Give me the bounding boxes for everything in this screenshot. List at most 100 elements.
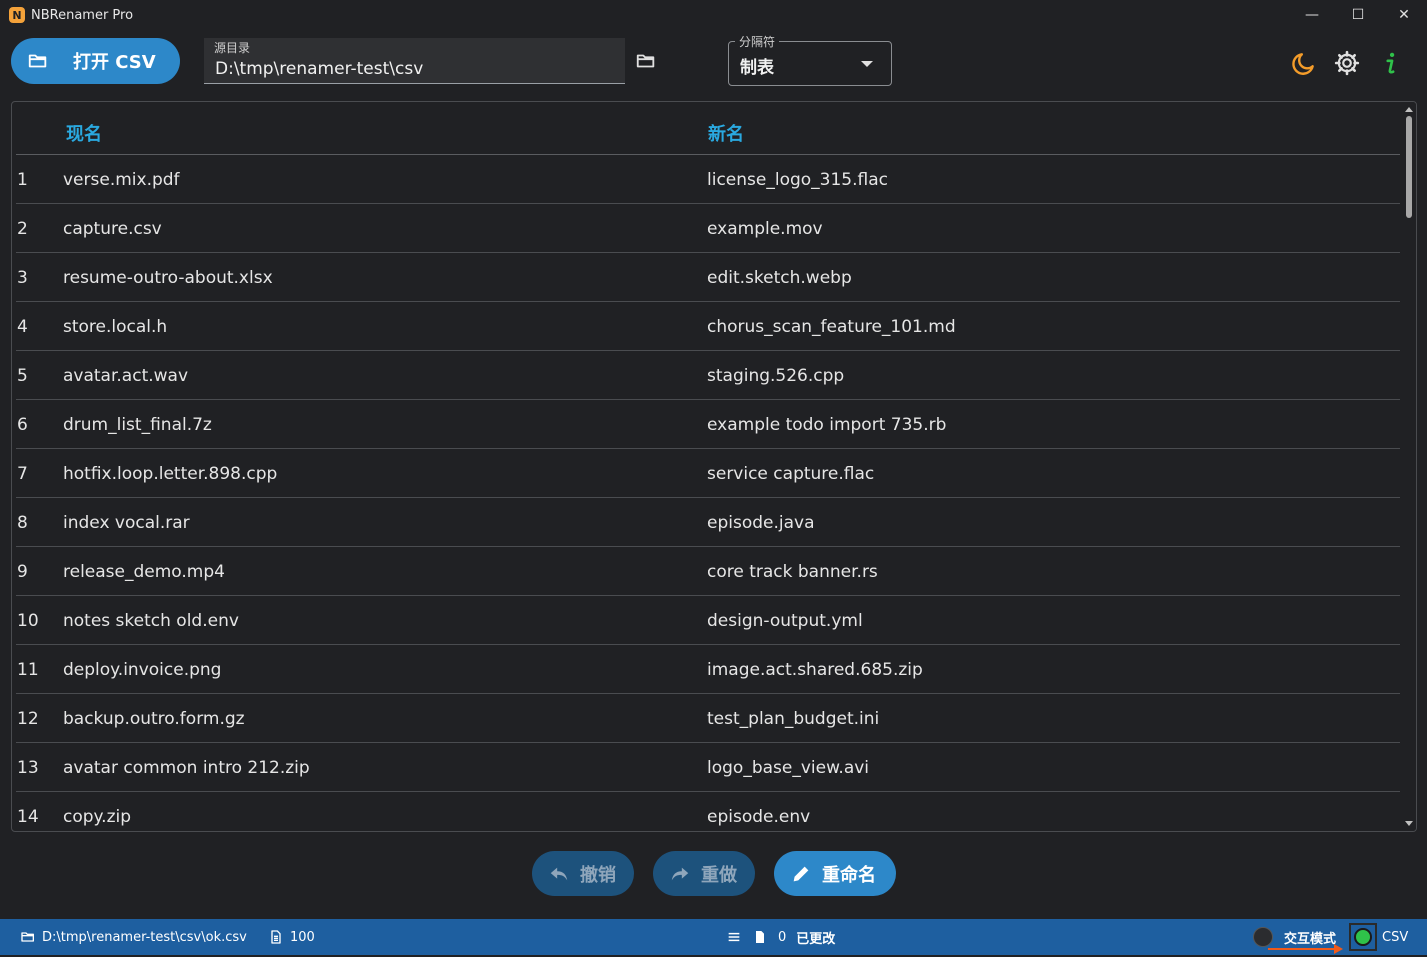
maximize-button[interactable]: ☐: [1335, 0, 1381, 30]
row-index: 6: [17, 415, 28, 435]
minimize-button[interactable]: —: [1289, 0, 1335, 30]
current-name: index vocal.rar: [63, 513, 190, 533]
current-name: avatar common intro 212.zip: [63, 758, 310, 778]
row-index: 10: [17, 611, 39, 631]
table-row[interactable]: 13 avatar common intro 212.zip logo_base_v…: [16, 743, 1400, 792]
csv-mode-indicator: [1354, 928, 1372, 946]
row-index: 13: [17, 758, 39, 778]
status-bar: D:\tmp\renamer-test\csv\ok.csv 100 0 已更改…: [0, 919, 1427, 955]
source-directory-field[interactable]: 源目录 D:\tmp\renamer-test\csv: [204, 38, 625, 84]
new-name: logo_base_view.avi: [707, 758, 870, 778]
current-name: hotfix.loop.letter.898.cpp: [63, 464, 278, 484]
new-name: test_plan_budget.ini: [707, 709, 880, 729]
app-logo-icon: N: [9, 7, 25, 23]
table-row[interactable]: 4 store.local.h chorus_scan_feature_101.md: [16, 302, 1400, 351]
table-row[interactable]: 2 capture.csv example.mov: [16, 204, 1400, 253]
new-name: episode.env: [707, 807, 811, 827]
source-directory-label: 源目录: [214, 41, 251, 55]
row-index: 4: [17, 317, 28, 337]
new-name: service capture.flac: [707, 464, 875, 484]
chevron-down-icon: [861, 61, 873, 67]
redo-button[interactable]: 重做: [653, 851, 755, 896]
table-row[interactable]: 11 deploy.invoice.png image.act.shared.685…: [16, 645, 1400, 694]
scrollbar-thumb[interactable]: [1406, 116, 1412, 218]
changed-label: 已更改: [796, 931, 836, 947]
new-name: episode.java: [707, 513, 815, 533]
current-name: notes sketch old.env: [63, 611, 239, 631]
rename-table: 现名 新名 1 verse.mix.pdf license_logo_315.fla…: [11, 101, 1417, 832]
row-index: 7: [17, 464, 28, 484]
new-name: core track banner.rs: [707, 562, 878, 582]
current-name: store.local.h: [63, 317, 168, 337]
new-name: license_logo_315.flac: [707, 170, 888, 190]
separator-select[interactable]: 分隔符 制表: [728, 33, 892, 86]
separator-label: 分隔符: [735, 33, 780, 50]
current-name: copy.zip: [63, 807, 132, 827]
changed-count: 0: [778, 929, 787, 945]
file-count: 100: [290, 929, 315, 945]
new-name: example.mov: [707, 219, 823, 239]
new-name: staging.526.cpp: [707, 366, 845, 386]
current-name: verse.mix.pdf: [63, 170, 180, 190]
table-row[interactable]: 1 verse.mix.pdf license_logo_315.flac: [16, 155, 1400, 204]
window-controls: — ☐ ✕: [1289, 0, 1427, 30]
scroll-down-arrow-icon[interactable]: [1405, 821, 1413, 826]
current-name: drum_list_final.7z: [63, 415, 212, 435]
table-row[interactable]: 6 drum_list_final.7z example todo import 7…: [16, 400, 1400, 449]
current-name: resume-outro-about.xlsx: [63, 268, 273, 288]
current-name: deploy.invoice.png: [63, 660, 222, 680]
column-header-current[interactable]: 现名: [66, 120, 102, 146]
source-directory-value[interactable]: D:\tmp\renamer-test\csv: [215, 59, 423, 79]
scroll-up-arrow-icon[interactable]: [1405, 107, 1413, 112]
title-bar: N NBRenamer Pro — ☐ ✕: [0, 0, 1427, 30]
annotation-arrow-head: [1334, 944, 1343, 954]
list-icon: [728, 932, 740, 942]
annotation-arrow-line: [1268, 948, 1338, 950]
new-name: image.act.shared.685.zip: [707, 660, 923, 680]
table-body: 1 verse.mix.pdf license_logo_315.flac 2 cap…: [16, 155, 1400, 831]
current-name: release_demo.mp4: [63, 562, 225, 582]
table-row[interactable]: 9 release_demo.mp4 core track banner.rs: [16, 547, 1400, 596]
file-icon: [756, 931, 764, 943]
rename-button[interactable]: 重命名: [774, 851, 896, 896]
open-csv-button[interactable]: 打开 CSV: [11, 38, 180, 84]
document-icon: [271, 930, 281, 944]
new-name: chorus_scan_feature_101.md: [707, 317, 956, 337]
table-row[interactable]: 5 avatar.act.wav staging.526.cpp: [16, 351, 1400, 400]
column-header-new[interactable]: 新名: [708, 120, 744, 146]
table-row[interactable]: 12 backup.outro.form.gz test_plan_budget.i…: [16, 694, 1400, 743]
close-button[interactable]: ✕: [1381, 0, 1427, 30]
row-index: 3: [17, 268, 28, 288]
rename-label: 重命名: [822, 864, 876, 886]
row-index: 5: [17, 366, 28, 386]
table-row[interactable]: 3 resume-outro-about.xlsx edit.sketch.webp: [16, 253, 1400, 302]
folder-open-icon: [28, 54, 47, 68]
csv-mode-toggle[interactable]: [1349, 923, 1377, 951]
new-name: example todo import 735.rb: [707, 415, 947, 435]
row-index: 14: [17, 807, 39, 827]
vertical-scrollbar[interactable]: [1402, 102, 1416, 831]
table-row[interactable]: 7 hotfix.loop.letter.898.cpp service captu…: [16, 449, 1400, 498]
table-row[interactable]: 14 copy.zip episode.env: [16, 792, 1400, 831]
row-index: 9: [17, 562, 28, 582]
info-icon[interactable]: [1378, 50, 1404, 76]
table-row[interactable]: 8 index vocal.rar episode.java: [16, 498, 1400, 547]
current-name: backup.outro.form.gz: [63, 709, 245, 729]
table-row[interactable]: 10 notes sketch old.env design-output.yml: [16, 596, 1400, 645]
browse-folder-icon[interactable]: [635, 50, 657, 72]
separator-value: 制表: [740, 58, 774, 78]
redo-label: 重做: [701, 864, 737, 886]
table-header: 现名 新名: [16, 102, 1400, 155]
undo-button[interactable]: 撤销: [532, 851, 634, 896]
new-name: edit.sketch.webp: [707, 268, 852, 288]
interactive-mode-label: 交互模式: [1284, 931, 1337, 947]
interactive-mode-toggle[interactable]: [1253, 927, 1273, 947]
open-csv-label: 打开 CSV: [73, 52, 156, 73]
current-name: avatar.act.wav: [63, 366, 189, 386]
folder-icon: [21, 932, 34, 942]
csv-path-item: D:\tmp\renamer-test\csv\ok.csv: [20, 919, 247, 955]
gear-icon[interactable]: [1334, 50, 1360, 76]
moon-icon[interactable]: [1291, 50, 1317, 76]
row-index: 1: [17, 170, 28, 190]
undo-icon: [550, 867, 568, 880]
